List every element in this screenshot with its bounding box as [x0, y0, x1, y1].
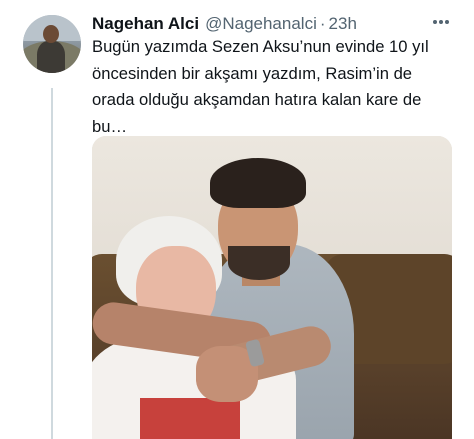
avatar-person-body — [37, 41, 65, 73]
tweet-text-line: Bugün yazımda Sezen Aksu’nun evinde 10 y… — [92, 37, 429, 56]
tweet-header: Nagehan Alci @Nagehanalci · 23h — [92, 12, 357, 36]
separator-dot: · — [319, 14, 326, 33]
tweet-photo[interactable] — [92, 136, 452, 439]
photo-man-hair — [210, 158, 306, 208]
tweet-text: Bugün yazımda Sezen Aksu’nun evinde 10 y… — [92, 34, 462, 140]
tweet-text-line: orada olduğu akşamdan hatıra kalan kare … — [92, 90, 422, 109]
avatar-person-head — [43, 25, 59, 43]
avatar[interactable] — [23, 15, 81, 73]
ellipsis-icon — [433, 20, 449, 24]
thread-connector-line — [51, 88, 53, 439]
photo-red-top — [140, 398, 240, 439]
user-handle[interactable]: @Nagehanalci — [205, 14, 317, 34]
photo-man-beard — [228, 246, 290, 280]
display-name[interactable]: Nagehan Alci — [92, 14, 199, 34]
tweet-text-line: öncesinden bir akşamı yazdım, Rasim’in d… — [92, 63, 413, 83]
timestamp[interactable]: 23h — [329, 14, 357, 34]
more-icon[interactable] — [431, 12, 451, 32]
